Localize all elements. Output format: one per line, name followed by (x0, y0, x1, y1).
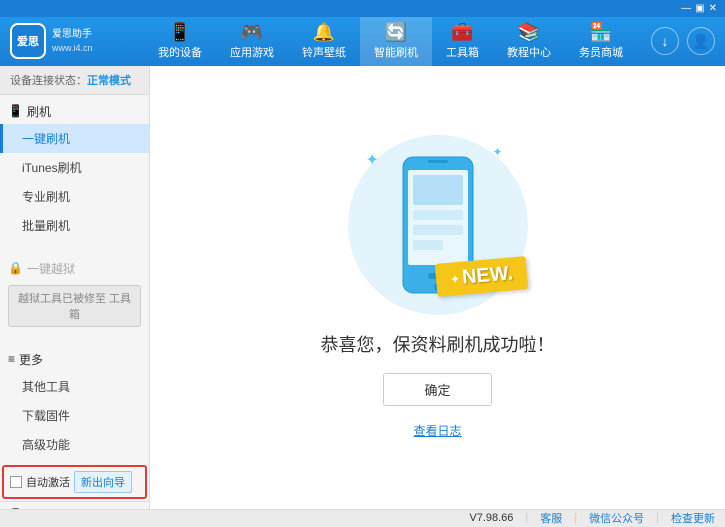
nav-smart-flash-label: 智能刷机 (374, 44, 418, 60)
auto-activate-label: 自动激活 (26, 474, 70, 490)
nav-toolbox-icon: 🧰 (451, 23, 473, 41)
sidebar-item-other-tools[interactable]: 其他工具 (0, 372, 149, 401)
auto-activate-checkbox[interactable] (10, 476, 22, 488)
more-section-header: ≡ 更多 (0, 347, 149, 372)
app-window: — ▣ ✕ 爱思 爱思助手 www.i4.cn 📱 我的设备 🎮 应用游戏 (0, 0, 725, 527)
nav-my-device[interactable]: 📱 我的设备 (144, 17, 216, 66)
nav-toolbox[interactable]: 🧰 工具箱 (432, 17, 493, 66)
nav-ringtone-icon: 🔔 (313, 23, 335, 41)
nav-tutorial-label: 教程中心 (507, 44, 551, 60)
nav-my-device-label: 我的设备 (158, 44, 202, 60)
check-update-link[interactable]: 检查更新 (671, 510, 715, 526)
jailbreak-section-header: 🔒 一键越狱 (0, 256, 149, 281)
main-area: 设备连接状态：正常模式 📱 刷机 一键刷机 iTunes刷机 专业刷机 (0, 66, 725, 509)
nav-merchant[interactable]: 🏪 务员商城 (565, 17, 637, 66)
nav-app-game[interactable]: 🎮 应用游戏 (216, 17, 288, 66)
download-button[interactable]: ↓ (651, 27, 679, 55)
header: 爱思 爱思助手 www.i4.cn 📱 我的设备 🎮 应用游戏 🔔 铃声壁纸 🔄 (0, 17, 725, 66)
guide-button[interactable]: 新出向导 (74, 471, 132, 493)
logo-text: 爱思助手 www.i4.cn (52, 28, 93, 55)
flash-section: 📱 刷机 一键刷机 iTunes刷机 专业刷机 批量刷机 (0, 95, 149, 244)
nav-bar: 📱 我的设备 🎮 应用游戏 🔔 铃声壁纸 🔄 智能刷机 🧰 工具箱 📚 (130, 17, 651, 66)
footer-divider1: | (525, 512, 528, 524)
version-label: V7.98.66 (469, 512, 513, 524)
top-bar: — ▣ ✕ (0, 0, 725, 17)
success-text: 恭喜您，保资料刷机成功啦！ (321, 331, 555, 357)
user-button[interactable]: 👤 (687, 27, 715, 55)
nav-smart-flash[interactable]: 🔄 智能刷机 (360, 17, 432, 66)
new-badge: ✦ NEW. (435, 256, 529, 297)
nav-tutorial[interactable]: 📚 教程中心 (493, 17, 565, 66)
sidebar-item-itunes-flash[interactable]: iTunes刷机 (0, 153, 149, 182)
close-icon[interactable]: ✕ (709, 3, 717, 14)
nav-smart-flash-icon: 🔄 (385, 23, 407, 41)
nav-my-device-icon: 📱 (169, 23, 191, 41)
sidebar: 设备连接状态：正常模式 📱 刷机 一键刷机 iTunes刷机 专业刷机 (0, 66, 150, 509)
nav-merchant-icon: 🏪 (590, 23, 612, 41)
nav-toolbox-label: 工具箱 (446, 44, 479, 60)
sidebar-item-pro-flash[interactable]: 专业刷机 (0, 182, 149, 211)
header-right: ↓ 👤 (651, 27, 715, 55)
auto-activate-row: 自动激活 新出向导 (2, 465, 147, 499)
nav-app-game-label: 应用游戏 (230, 44, 274, 60)
customer-service-link[interactable]: 客服 (540, 510, 562, 526)
sidebar-item-one-key-flash[interactable]: 一键刷机 (0, 124, 149, 153)
logo-area: 爱思 爱思助手 www.i4.cn (10, 23, 130, 59)
device-info: 📱 iPhone 15 Pro Max 512GB iPhone (0, 501, 149, 509)
footer-divider2: | (574, 512, 577, 524)
logo-icon: 爱思 (10, 23, 46, 59)
nav-ringtone-label: 铃声壁纸 (302, 44, 346, 60)
content-area: ✦ NEW. ✦ ✦ 恭喜您，保资料刷机成功啦！ 确定 查看日志 (150, 66, 725, 509)
footer-divider3: | (656, 512, 659, 524)
sidebar-item-download-firmware[interactable]: 下载固件 (0, 401, 149, 430)
sidebar-item-advanced[interactable]: 高级功能 (0, 430, 149, 459)
sparkle-left: ✦ (450, 272, 461, 287)
status-value: 正常模式 (87, 75, 131, 87)
log-link[interactable]: 查看日志 (413, 422, 461, 439)
nav-merchant-label: 务员商城 (579, 44, 623, 60)
maximize-icon[interactable]: ▣ (695, 3, 704, 14)
nav-tutorial-icon: 📚 (518, 23, 540, 41)
jailbreak-section-icon: 🔒 (8, 261, 23, 275)
sidebar-item-batch-flash[interactable]: 批量刷机 (0, 211, 149, 240)
flash-section-header: 📱 刷机 (0, 99, 149, 124)
flash-section-icon: 📱 (8, 104, 23, 118)
jailbreak-section: 🔒 一键越狱 越狱工具已被修至 工具箱 (0, 252, 149, 335)
more-section-icon: ≡ (8, 352, 15, 366)
phone-circle: ✦ NEW. ✦ ✦ (348, 135, 528, 315)
confirm-button[interactable]: 确定 (383, 373, 491, 406)
success-illustration: ✦ NEW. ✦ ✦ 恭喜您，保资料刷机成功啦！ 确定 查看日志 (321, 135, 555, 439)
footer: V7.98.66 | 客服 | 微信公众号 | 检查更新 (0, 509, 725, 527)
new-text: NEW. (461, 262, 514, 289)
jailbreak-disabled-box: 越狱工具已被修至 工具箱 (8, 285, 141, 327)
sparkle-top-right: ✦ (492, 145, 502, 159)
wechat-link[interactable]: 微信公众号 (589, 510, 644, 526)
connection-status: 设备连接状态：正常模式 (0, 66, 149, 95)
more-section: ≡ 更多 其他工具 下载固件 高级功能 (0, 343, 149, 463)
sparkle-top-left: ✦ (366, 150, 379, 170)
nav-app-game-icon: 🎮 (241, 23, 263, 41)
minimize-icon[interactable]: — (681, 3, 691, 14)
nav-ringtone[interactable]: 🔔 铃声壁纸 (288, 17, 360, 66)
